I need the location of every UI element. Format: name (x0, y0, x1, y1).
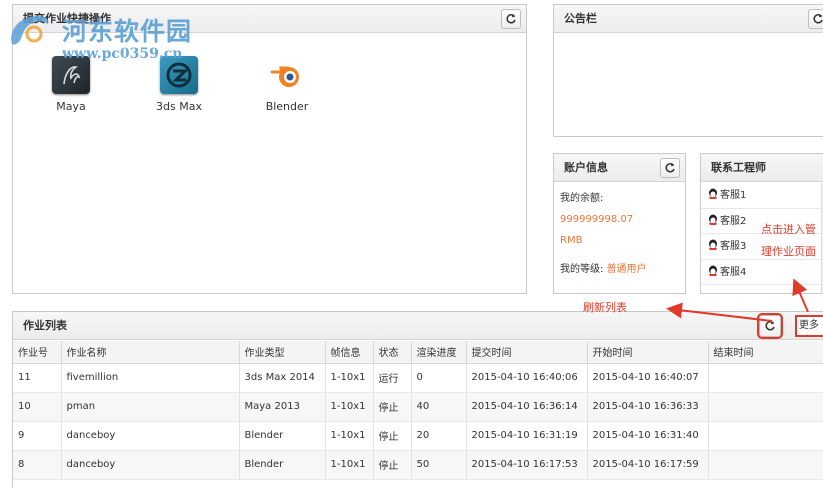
annotation-arrows (666, 278, 809, 322)
refresh-list-note: 刷新列表 (583, 301, 627, 314)
manage-note-line2: 理作业页面 (761, 245, 816, 258)
watermark-title: 河东软件园 (62, 17, 193, 46)
watermark-url: www.pc0359.cn (62, 46, 183, 62)
watermark-logo-icon (11, 16, 49, 45)
manage-note-line1: 点击进入管 (761, 223, 816, 236)
